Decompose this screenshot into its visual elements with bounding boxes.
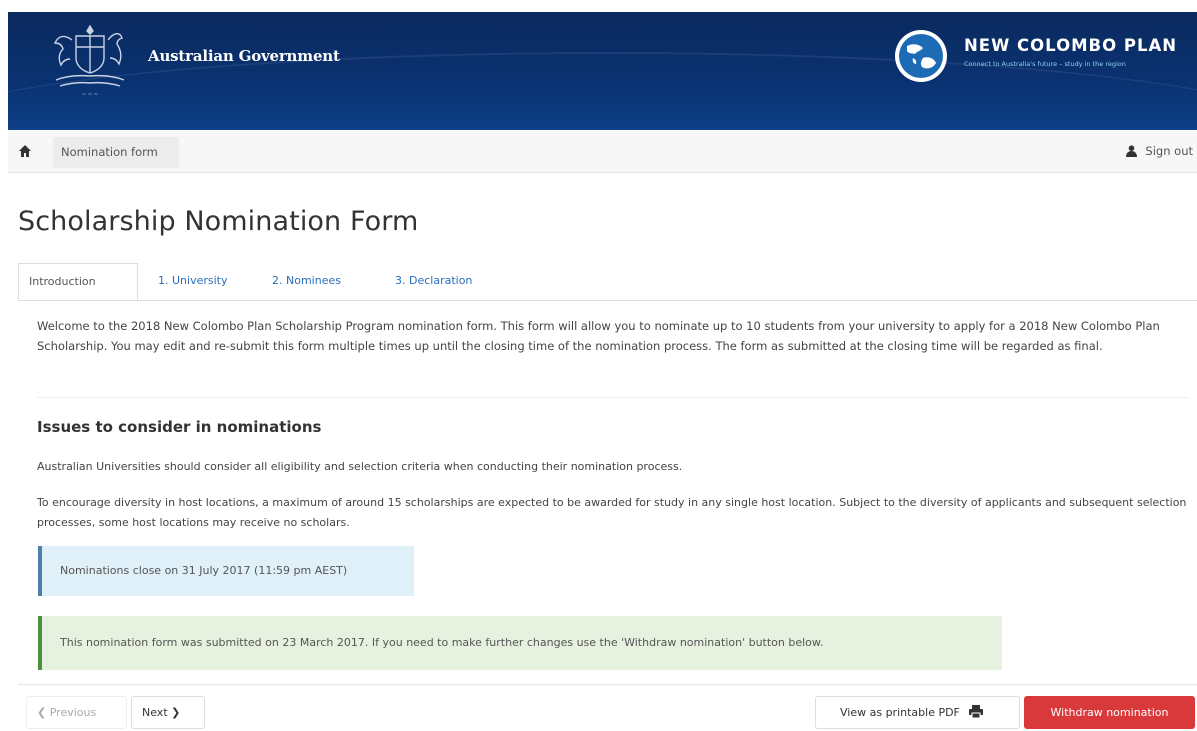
sign-out-label: Sign out bbox=[1145, 144, 1193, 158]
tab-nominees[interactable]: 2. Nominees bbox=[272, 263, 341, 299]
svg-text:~ ~ ~: ~ ~ ~ bbox=[82, 92, 98, 98]
footer-divider bbox=[18, 684, 1197, 685]
issues-paragraph-1: Australian Universities should consider … bbox=[37, 460, 683, 473]
tab-university[interactable]: 1. University bbox=[158, 263, 227, 299]
previous-button[interactable]: ❮ Previous bbox=[26, 696, 127, 729]
home-icon[interactable] bbox=[18, 144, 32, 158]
program-tagline: Connect to Australia's future – study in… bbox=[964, 60, 1126, 68]
government-title: Australian Government bbox=[148, 47, 340, 65]
issues-heading: Issues to consider in nominations bbox=[37, 418, 322, 436]
user-icon bbox=[1126, 145, 1138, 157]
issues-paragraph-2: To encourage diversity in host locations… bbox=[37, 496, 1187, 529]
chevron-right-icon: ❯ bbox=[171, 706, 181, 719]
section-divider bbox=[37, 397, 1189, 398]
coat-of-arms-logo: ~ ~ ~ bbox=[53, 24, 125, 98]
previous-label: Previous bbox=[49, 706, 97, 719]
globe-logo-icon bbox=[895, 30, 947, 82]
nomination-deadline-alert: Nominations close on 31 July 2017 (11:59… bbox=[38, 546, 414, 596]
tab-declaration[interactable]: 3. Declaration bbox=[395, 263, 472, 299]
next-button[interactable]: Next ❯ bbox=[131, 696, 205, 729]
page-title: Scholarship Nomination Form bbox=[18, 206, 419, 237]
tab-introduction[interactable]: Introduction bbox=[18, 263, 138, 300]
form-tabs: Introduction 1. University 2. Nominees 3… bbox=[18, 263, 1197, 301]
submission-status-alert: This nomination form was submitted on 23… bbox=[38, 616, 1002, 670]
intro-text: Welcome to the 2018 New Colombo Plan Sch… bbox=[37, 319, 1160, 353]
top-navbar bbox=[8, 131, 1197, 173]
view-pdf-button[interactable]: View as printable PDF bbox=[815, 696, 1020, 729]
withdraw-nomination-button[interactable]: Withdraw nomination bbox=[1024, 696, 1195, 729]
next-label: Next bbox=[142, 706, 168, 719]
pdf-label: View as printable PDF bbox=[840, 706, 960, 719]
chevron-left-icon: ❮ bbox=[37, 706, 47, 719]
print-icon bbox=[969, 705, 984, 719]
sign-out-link[interactable]: Sign out bbox=[1126, 144, 1193, 158]
program-title: NEW COLOMBO PLAN bbox=[964, 36, 1178, 55]
site-banner bbox=[8, 12, 1197, 130]
nav-item-nomination-form[interactable]: Nomination form bbox=[53, 137, 179, 168]
